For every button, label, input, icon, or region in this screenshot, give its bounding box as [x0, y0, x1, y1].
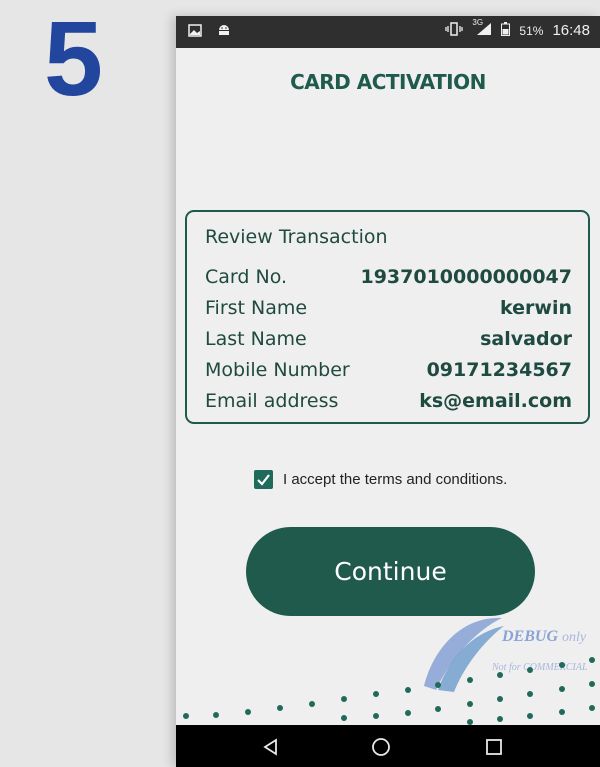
- network-type-label: 3G: [472, 18, 484, 27]
- terms-checkbox[interactable]: [254, 470, 273, 489]
- status-bar: 3G 51% 16:48: [176, 16, 600, 48]
- home-button[interactable]: [369, 735, 393, 759]
- row-value: ks@email.com: [419, 390, 572, 412]
- row-value: 09171234567: [426, 359, 572, 381]
- row-label: First Name: [205, 297, 308, 319]
- signal-icon: 3G: [472, 18, 492, 39]
- terms-row: I accept the terms and conditions.: [254, 470, 507, 489]
- phone-screen: 3G 51% 16:48 CARD ACTIVATION Review Tran…: [176, 16, 600, 767]
- check-icon: [257, 474, 270, 486]
- android-icon: [218, 22, 230, 41]
- image-icon: [188, 22, 202, 41]
- row-value: salvador: [480, 328, 572, 350]
- terms-label[interactable]: I accept the terms and conditions.: [283, 471, 507, 488]
- back-button[interactable]: [258, 735, 282, 759]
- back-icon: [263, 738, 277, 756]
- row-label: Mobile Number: [205, 359, 350, 381]
- row-value: kerwin: [500, 297, 572, 319]
- row-label: Email address: [205, 390, 339, 412]
- step-number: 5: [44, 0, 103, 118]
- review-row-card-no: Card No. 1937010000000047: [205, 266, 572, 292]
- row-value: 1937010000000047: [360, 266, 572, 288]
- battery-icon: [501, 22, 511, 39]
- review-row-email: Email address ks@email.com: [205, 390, 572, 416]
- review-row-first-name: First Name kerwin: [205, 297, 572, 323]
- recents-icon: [486, 739, 502, 755]
- navigation-bar: [176, 725, 600, 767]
- home-icon: [372, 738, 390, 756]
- row-label: Last Name: [205, 328, 307, 350]
- review-transaction-card: Review Transaction Card No. 193701000000…: [185, 210, 590, 424]
- watermark-only-text: only: [562, 630, 587, 645]
- row-label: Card No.: [205, 266, 288, 288]
- recents-button[interactable]: [482, 735, 506, 759]
- vibrate-icon: [445, 22, 464, 39]
- watermark-title: DEBUG only: [502, 628, 586, 646]
- review-row-mobile-number: Mobile Number 09171234567: [205, 359, 572, 385]
- review-heading: Review Transaction: [205, 226, 388, 248]
- page-title: CARD ACTIVATION: [290, 70, 486, 94]
- continue-button[interactable]: Continue: [246, 527, 535, 616]
- watermark-debug-text: DEBUG: [502, 628, 559, 645]
- decorative-dots: [183, 657, 595, 725]
- battery-percent: 51%: [519, 23, 544, 38]
- clock: 16:48: [552, 22, 590, 39]
- review-row-last-name: Last Name salvador: [205, 328, 572, 354]
